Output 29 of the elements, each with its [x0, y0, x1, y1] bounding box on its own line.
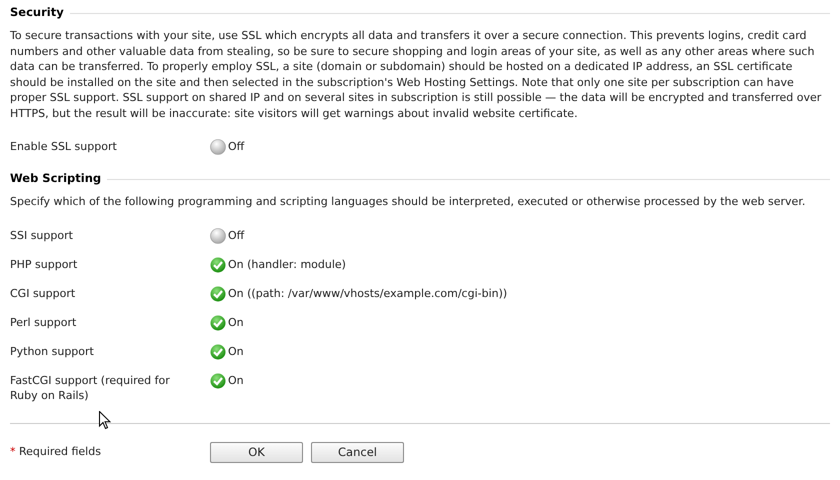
section-description: Specify which of the following programming and scripting languages should be interpreted, executed or otherwise processed by the web server. [10, 194, 806, 210]
setting-value: Off [228, 139, 244, 154]
cursor-icon [99, 411, 111, 430]
setting-label: SSI support [10, 228, 74, 244]
setting-value: Off [228, 228, 244, 242]
setting-label: CGI support [10, 286, 76, 302]
check-icon [210, 344, 226, 360]
setting-label: PHP support [10, 256, 78, 272]
ok-button[interactable]: OK [210, 442, 303, 462]
check-icon [210, 256, 226, 272]
required-note: * Required fields [10, 444, 102, 458]
check-icon [210, 372, 226, 388]
setting-label: Python support [10, 344, 95, 360]
circle-icon [210, 228, 226, 244]
check-icon [210, 314, 226, 330]
setting-value: On ((path: /var/www/vhosts/example.com/cgi-bin)) [228, 286, 508, 300]
setting-value: On [228, 372, 244, 388]
setting-label: Perl support [10, 314, 78, 330]
section-heading: Security [10, 5, 64, 19]
check-icon [210, 286, 226, 302]
setting-value: On (handler: module) [228, 256, 346, 272]
setting-label: FastCGI support (required for Ruby on Rails) [10, 372, 171, 402]
section-description: To secure transactions with your site, use SSL which encrypts all data and transfers it over a secure connection. This prevents logins, credit card numbers and other valuable data from stealing, so be sure to secure shopping and login areas of your site, as well as any other areas where such data can be transferred. To properly employ SSL, a site (domain or subdomain) should be hosted on a dedicated IP address, an SSL certificate should be installed on the site and then selected in the subscription's Web Hosting Settings. Note that only one site per subscription can have proper SSL support. SSL support on shared IP and on several sites in subscription is still possible — the data will be encrypted and transferred over HTTPS, but the result will be inaccurate: site visitors will get warnings about invalid website certificate. [10, 28, 822, 121]
setting-value: On [228, 344, 244, 358]
setting-label: Enable SSL support [10, 139, 118, 155]
circle-icon [210, 139, 226, 155]
cancel-button[interactable]: Cancel [311, 442, 404, 462]
section-heading: Web Scripting [10, 171, 102, 185]
setting-value: On [228, 314, 244, 330]
